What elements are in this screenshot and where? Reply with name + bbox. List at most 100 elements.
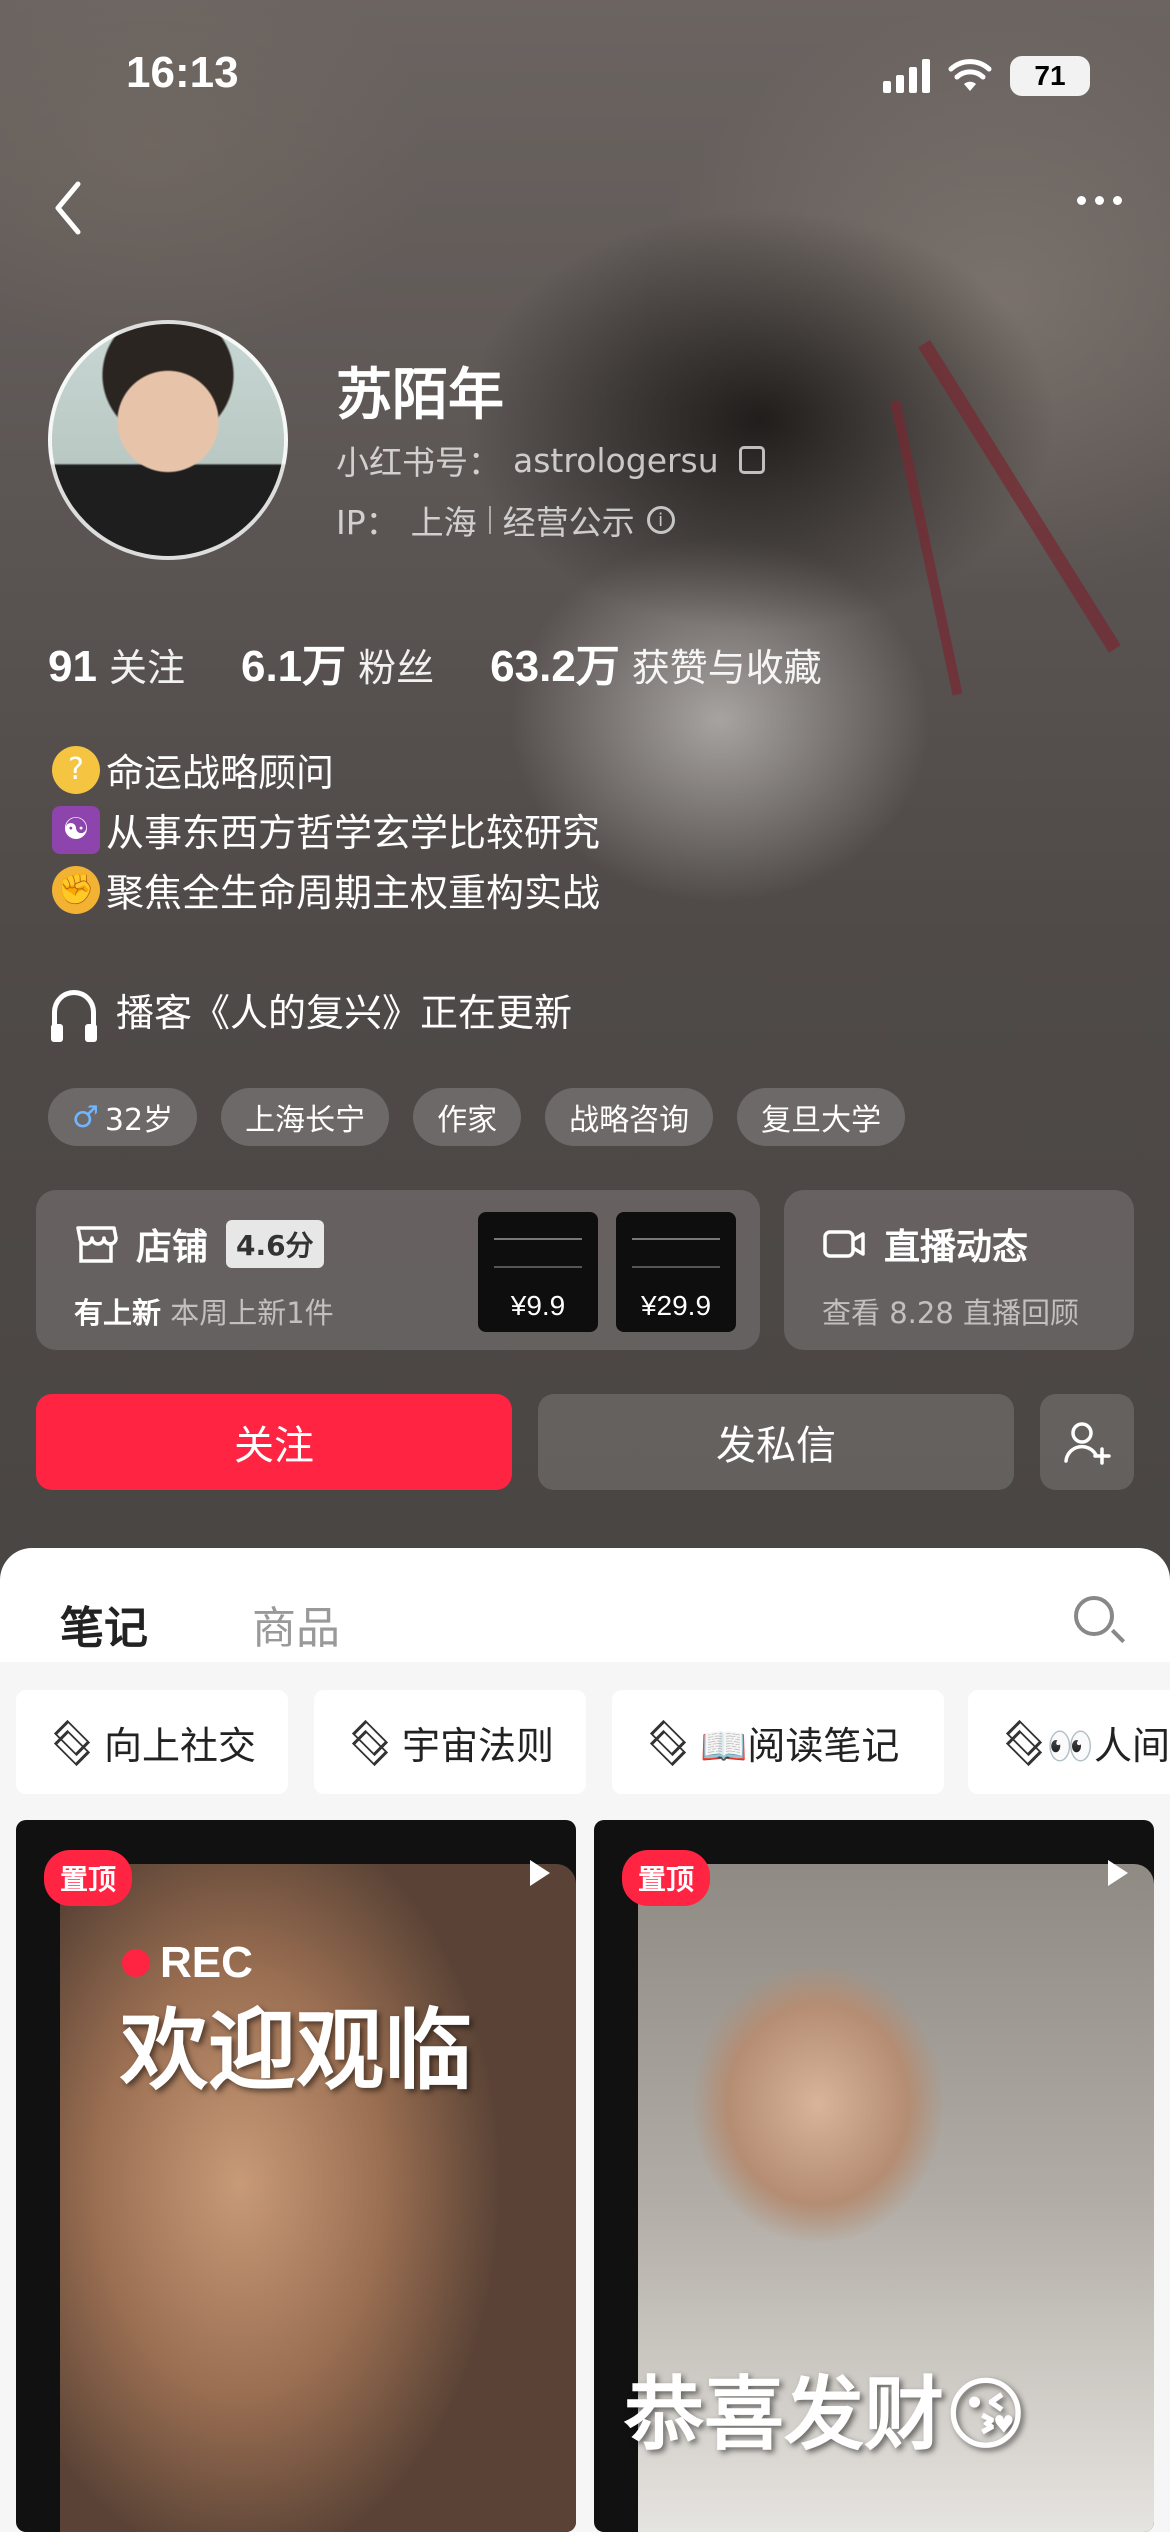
search-icon[interactable] (1074, 1596, 1114, 1636)
shop-product-thumb[interactable]: ¥29.9 (616, 1212, 736, 1332)
info-icon[interactable]: i (646, 506, 675, 534)
shop-product-thumb[interactable]: ¥9.9 (478, 1212, 598, 1332)
collection-label: 向上社交 (104, 1723, 257, 1768)
podcast-line[interactable]: 播客《人的复兴》正在更新 (51, 982, 573, 1042)
layers-icon (50, 1722, 90, 1762)
collection-label: 👀人间 (1046, 1723, 1170, 1768)
copy-icon[interactable] (738, 446, 765, 474)
thinking-face-icon: ? (52, 745, 100, 794)
battery-icon: 71 (1010, 56, 1090, 96)
ip-label: IP： (336, 503, 399, 542)
tag-profession: 作家 (413, 1088, 522, 1146)
collection-label: 宇宙法则 (402, 1723, 555, 1768)
bio-line: ✊ 聚焦全生命周期主权重构实战 (52, 862, 600, 917)
collection-label: 📖阅读笔记 (700, 1723, 900, 1768)
note-card[interactable]: 置顶 恭喜发财😘 (594, 1820, 1154, 2532)
play-icon (530, 1860, 550, 1886)
collection-item[interactable]: 向上社交 (16, 1690, 288, 1794)
tag-location: 上海长宁 (221, 1088, 390, 1146)
pinned-badge: 置顶 (44, 1850, 133, 1906)
profile-id-value: astrologersu (513, 440, 719, 480)
note-overlay-text: 欢迎观临 (120, 1999, 473, 2102)
shop-label: 店铺 (136, 1227, 209, 1268)
tag-label: 复旦大学 (761, 1103, 882, 1138)
headphones-icon (51, 989, 97, 1042)
podcast-text: 播客《人的复兴》正在更新 (116, 991, 573, 1035)
tab-notes[interactable]: 笔记 (60, 1592, 148, 1682)
live-label: 直播动态 (884, 1227, 1029, 1268)
male-icon: ♂ (72, 1099, 99, 1135)
yin-yang-icon: ☯ (52, 805, 100, 854)
play-icon (1108, 1860, 1128, 1886)
shop-card[interactable]: 店铺 4.6分 有上新 本周上新1件 ¥9.9 ¥29.9 (36, 1190, 760, 1350)
tag-label: 作家 (437, 1103, 498, 1138)
tag-label: 上海长宁 (245, 1103, 366, 1138)
tag-age: ♂ 32岁 (48, 1088, 198, 1146)
layers-icon (646, 1722, 686, 1762)
shop-new-count: 本周上新1件 (170, 1296, 334, 1330)
stat-likes-collections[interactable]: 63.2万 获赞与收藏 (490, 630, 822, 694)
note-card[interactable]: 置顶 REC 欢迎观临 (16, 1820, 576, 2532)
bio-text: 命运战略顾问 (106, 751, 335, 795)
shop-icon (76, 1226, 118, 1263)
follow-button[interactable]: 关注 (36, 1394, 512, 1490)
collection-item[interactable]: 👀人间 (968, 1690, 1170, 1794)
add-user-icon (1064, 1422, 1111, 1465)
bio-line: ☯ 从事东西方哲学玄学比较研究 (52, 802, 600, 857)
collection-item[interactable]: 📖阅读笔记 (612, 1690, 944, 1794)
product-cover-graphic (494, 1238, 582, 1268)
product-cover-graphic (632, 1238, 720, 1268)
live-card[interactable]: 直播动态 查看 8.28 直播回顾 (784, 1190, 1134, 1350)
profile-id-line: 小红书号： astrologersu (336, 436, 765, 484)
cellular-signal-icon (883, 59, 930, 93)
more-options-button[interactable] (1077, 196, 1122, 205)
note-overlay-text: 恭喜发财😘 (624, 2368, 1028, 2461)
shop-score-badge: 4.6分 (226, 1220, 324, 1268)
stat-value: 63.2万 (490, 642, 620, 691)
bio-text: 聚焦全生命周期主权重构实战 (106, 871, 601, 915)
stat-following[interactable]: 91 关注 (48, 637, 185, 692)
layers-icon (348, 1722, 388, 1762)
stat-followers[interactable]: 6.1万 粉丝 (241, 630, 434, 694)
video-camera-icon (823, 1230, 865, 1258)
profile-nickname: 苏陌年 (336, 363, 504, 428)
separator (488, 506, 491, 534)
live-subtitle: 查看 8.28 直播回顾 (822, 1296, 1080, 1330)
live-title: 直播动态 (822, 1218, 1028, 1270)
record-dot-icon (122, 1949, 150, 1977)
product-price: ¥29.9 (640, 1290, 712, 1321)
stat-label: 关注 (108, 646, 185, 690)
tag-label: 战略咨询 (569, 1103, 690, 1138)
status-icons: 71 (883, 56, 1090, 96)
business-notice-link[interactable]: 经营公示 (503, 496, 635, 544)
pinned-badge: 置顶 (622, 1850, 711, 1906)
stat-value: 91 (48, 642, 97, 691)
shop-new-badge: 有上新 (74, 1296, 162, 1330)
stat-value: 6.1万 (240, 642, 347, 691)
avatar[interactable] (48, 320, 288, 560)
back-button[interactable] (48, 178, 88, 238)
tag-school: 复旦大学 (737, 1088, 906, 1146)
tag-field: 战略咨询 (545, 1088, 714, 1146)
add-friend-button[interactable] (1040, 1394, 1134, 1490)
flexed-biceps-icon: ✊ (52, 865, 100, 914)
profile-id-label: 小红书号： (336, 443, 501, 482)
wifi-icon (948, 59, 992, 91)
profile-tags: ♂ 32岁 上海长宁 作家 战略咨询 复旦大学 (48, 1088, 906, 1146)
bio-text: 从事东西方哲学玄学比较研究 (106, 811, 601, 855)
profile-stats: 91 关注 6.1万 粉丝 63.2万 获赞与收藏 (48, 630, 822, 694)
collection-item[interactable]: 宇宙法则 (314, 1690, 586, 1794)
message-button[interactable]: 发私信 (538, 1394, 1014, 1490)
layers-icon (1002, 1722, 1033, 1762)
product-price: ¥9.9 (510, 1290, 566, 1321)
tag-label: 32岁 (104, 1103, 174, 1138)
bio-line: ? 命运战略顾问 (52, 742, 334, 797)
stat-label: 粉丝 (358, 646, 435, 690)
shop-subtitle: 有上新 本周上新1件 (74, 1290, 334, 1332)
ip-value: 上海 (410, 503, 477, 542)
profile-ip-line: IP： 上海 经营公示 i (336, 496, 675, 544)
status-time: 16:13 (126, 48, 239, 97)
tab-goods[interactable]: 商品 (252, 1592, 340, 1656)
shop-title: 店铺 4.6分 (74, 1218, 324, 1270)
stat-label: 获赞与收藏 (631, 646, 822, 690)
